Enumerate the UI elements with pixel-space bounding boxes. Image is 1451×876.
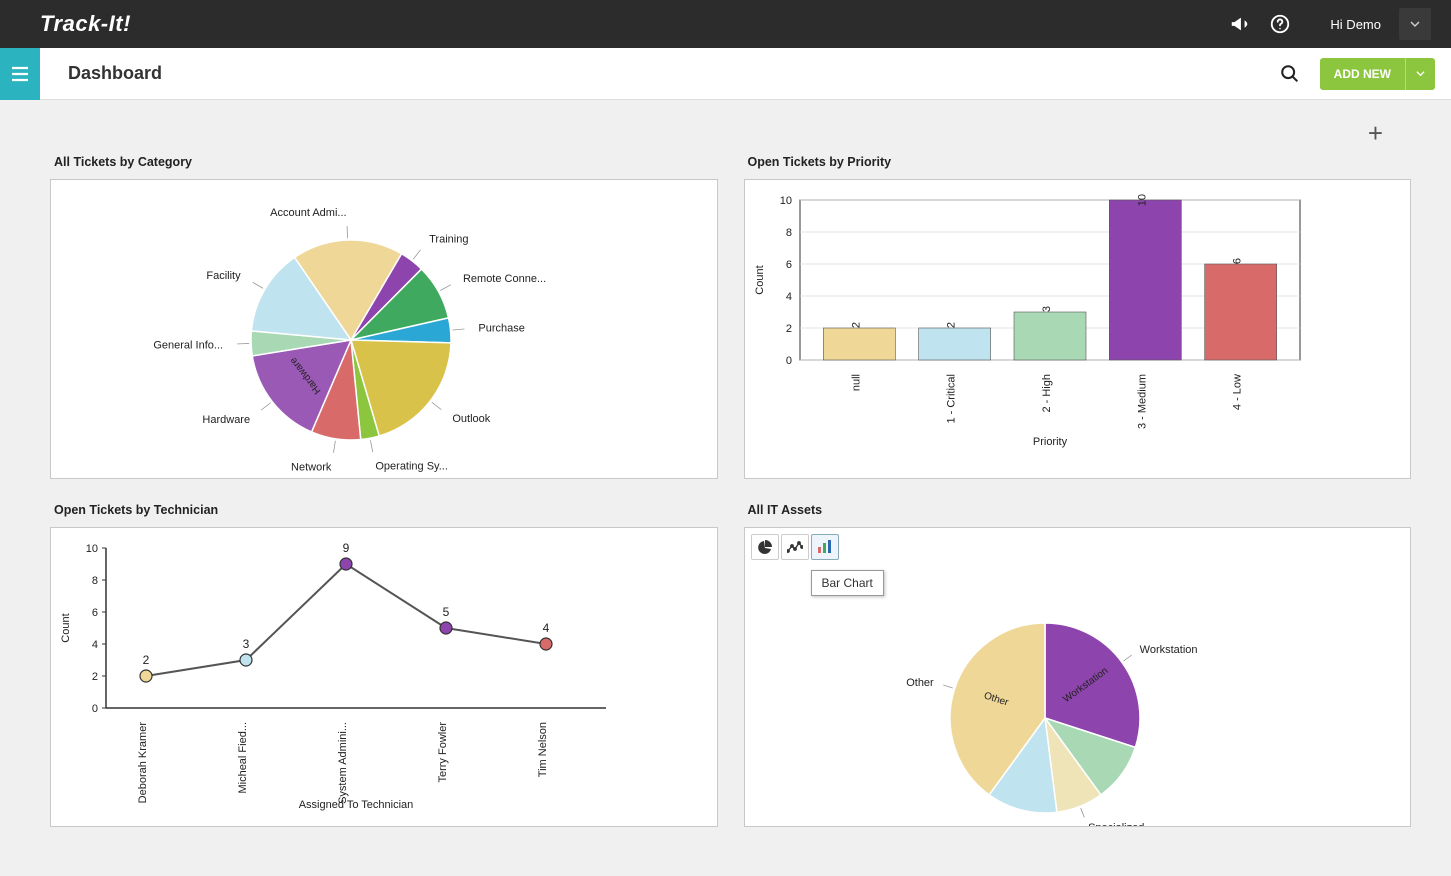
- chart-pie-category[interactable]: Account Admi... Training Remote Conne... Pu…: [50, 179, 718, 479]
- help-icon[interactable]: [1260, 4, 1300, 44]
- svg-text:5: 5: [443, 605, 450, 619]
- svg-text:Operating Sy...: Operating Sy...: [375, 461, 448, 473]
- widget-title: Open Tickets by Technician: [54, 503, 718, 517]
- svg-text:Account Admi...: Account Admi...: [270, 207, 346, 219]
- svg-text:System Admini...: System Admini...: [337, 722, 349, 804]
- svg-text:6: 6: [785, 259, 791, 271]
- pie-chart-icon[interactable]: [751, 534, 779, 560]
- add-new-button[interactable]: ADD NEW: [1320, 58, 1435, 90]
- svg-text:Network: Network: [291, 461, 332, 473]
- bar-chart-tooltip: Bar Chart: [811, 570, 884, 596]
- top-header: Track-It! Hi Demo: [0, 0, 1451, 48]
- widget-all-it-assets: All IT Assets Bar Chart WorkstationWorks…: [744, 503, 1412, 827]
- svg-text:Workstation: Workstation: [1139, 644, 1197, 656]
- dashboard-content: + All Tickets by Category Account Admi..…: [0, 100, 1451, 876]
- line-chart-icon[interactable]: [781, 534, 809, 560]
- widget-open-tickets-by-priority: Open Tickets by Priority 0 2 4 6 8 10 2 null 2 1 …: [744, 155, 1412, 479]
- add-new-label: ADD NEW: [1320, 58, 1405, 90]
- svg-text:null: null: [850, 374, 862, 391]
- svg-text:3: 3: [243, 637, 250, 651]
- svg-text:3: 3: [1041, 306, 1053, 312]
- svg-text:6: 6: [1231, 258, 1243, 264]
- sub-header: Dashboard ADD NEW: [0, 48, 1451, 100]
- svg-text:Remote Conne...: Remote Conne...: [463, 273, 546, 285]
- svg-text:1 - Critical: 1 - Critical: [945, 374, 957, 424]
- svg-text:Micheal Fied...: Micheal Fied...: [237, 722, 249, 794]
- svg-text:2: 2: [92, 671, 98, 683]
- svg-text:10: 10: [779, 195, 791, 207]
- svg-text:Other: Other: [906, 677, 934, 689]
- svg-text:4 - Low: 4 - Low: [1231, 374, 1243, 410]
- svg-text:2 - High: 2 - High: [1041, 374, 1053, 413]
- svg-text:Assigned To Technician: Assigned To Technician: [299, 799, 414, 811]
- svg-text:0: 0: [92, 703, 98, 715]
- svg-text:Hardware: Hardware: [202, 414, 250, 426]
- widget-title: All IT Assets: [748, 503, 1412, 517]
- app-logo: Track-It!: [40, 11, 131, 37]
- search-button[interactable]: [1274, 58, 1306, 90]
- svg-text:Facility: Facility: [206, 270, 241, 282]
- svg-text:Outlook: Outlook: [452, 413, 490, 425]
- svg-text:9: 9: [343, 541, 350, 555]
- svg-text:2: 2: [850, 322, 862, 328]
- add-new-dropdown-toggle[interactable]: [1405, 58, 1435, 90]
- chart-bar-priority[interactable]: 0 2 4 6 8 10 2 null 2 1 - Critical 3 2 - High 10 3 - …: [744, 179, 1412, 479]
- svg-text:4: 4: [785, 291, 791, 303]
- svg-text:Terry Fowler: Terry Fowler: [437, 722, 449, 783]
- svg-text:10: 10: [86, 543, 98, 555]
- widget-all-tickets-by-category: All Tickets by Category Account Admi... T…: [50, 155, 718, 479]
- svg-text:Priority: Priority: [1032, 436, 1067, 448]
- bar-chart-icon[interactable]: [811, 534, 839, 560]
- add-widget-icon[interactable]: +: [1368, 118, 1383, 149]
- svg-text:Training: Training: [429, 234, 468, 246]
- hamburger-menu-button[interactable]: [0, 48, 40, 100]
- svg-text:10: 10: [1136, 194, 1148, 206]
- svg-text:Count: Count: [60, 613, 72, 642]
- user-dropdown-toggle[interactable]: [1399, 8, 1431, 40]
- chart-line-technician[interactable]: 0 2 4 6 8 10 2 Deborah Kramer 3 Micheal Fied... 9 S…: [50, 527, 718, 827]
- svg-text:2: 2: [945, 322, 957, 328]
- svg-text:8: 8: [92, 575, 98, 587]
- widget-open-tickets-by-technician: Open Tickets by Technician 0 2 4 6 8 10 2 Debor…: [50, 503, 718, 827]
- widget-title: Open Tickets by Priority: [748, 155, 1412, 169]
- svg-text:4: 4: [543, 621, 550, 635]
- chart-type-toolbar: [751, 534, 839, 560]
- svg-text:0: 0: [785, 355, 791, 367]
- svg-text:6: 6: [92, 607, 98, 619]
- announcements-icon[interactable]: [1220, 4, 1260, 44]
- svg-text:General Info...: General Info...: [153, 339, 223, 351]
- svg-text:2: 2: [785, 323, 791, 335]
- svg-text:Tim Nelson: Tim Nelson: [537, 722, 549, 777]
- svg-text:3 - Medium: 3 - Medium: [1136, 374, 1148, 429]
- widget-title: All Tickets by Category: [54, 155, 718, 169]
- svg-text:8: 8: [785, 227, 791, 239]
- svg-text:Purchase: Purchase: [478, 323, 524, 335]
- svg-text:Specialized ...: Specialized ...: [1088, 822, 1156, 826]
- svg-text:Deborah Kramer: Deborah Kramer: [137, 722, 149, 804]
- svg-text:4: 4: [92, 639, 98, 651]
- page-title: Dashboard: [68, 63, 162, 84]
- svg-text:Count: Count: [754, 265, 766, 294]
- user-greeting: Hi Demo: [1330, 17, 1381, 32]
- chart-pie-assets[interactable]: Bar Chart WorkstationWorkstationSpeciali…: [744, 527, 1412, 827]
- svg-text:2: 2: [143, 653, 150, 667]
- user-menu[interactable]: Hi Demo: [1330, 8, 1431, 40]
